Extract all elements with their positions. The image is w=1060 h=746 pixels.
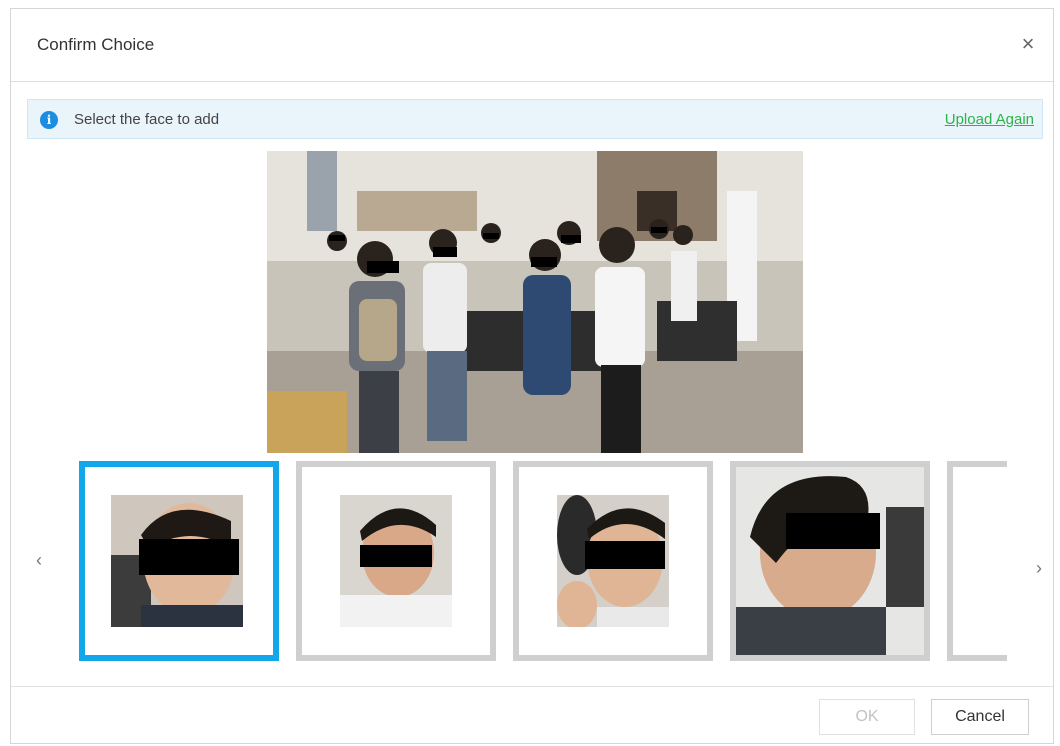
chevron-right-icon[interactable]: › bbox=[1029, 553, 1049, 583]
face-thumbnail[interactable] bbox=[79, 461, 279, 661]
uploaded-photo bbox=[267, 151, 803, 453]
face-image bbox=[340, 495, 452, 627]
face-thumbnail[interactable] bbox=[730, 461, 930, 661]
photo-scene bbox=[267, 151, 803, 453]
close-icon[interactable]: × bbox=[1017, 33, 1039, 55]
info-icon: i bbox=[40, 111, 58, 129]
face-image bbox=[736, 467, 924, 655]
footer-divider bbox=[11, 686, 1053, 687]
face-thumbnail[interactable] bbox=[947, 461, 1007, 661]
face-thumbnail-strip bbox=[77, 461, 1007, 667]
face-image bbox=[557, 495, 669, 627]
face-thumbnail[interactable] bbox=[513, 461, 713, 661]
cancel-button[interactable]: Cancel bbox=[931, 699, 1029, 735]
upload-again-link[interactable]: Upload Again bbox=[945, 111, 1034, 128]
face-image bbox=[111, 495, 243, 627]
ok-button[interactable]: OK bbox=[819, 699, 915, 735]
info-message: Select the face to add bbox=[74, 111, 220, 128]
confirm-choice-dialog: Confirm Choice × i Select the face to ad… bbox=[10, 8, 1054, 744]
dialog-header: Confirm Choice × bbox=[11, 9, 1053, 82]
face-thumbnail[interactable] bbox=[296, 461, 496, 661]
info-bar: i Select the face to add Upload Again bbox=[27, 99, 1043, 139]
dialog-title: Confirm Choice bbox=[37, 35, 155, 54]
chevron-left-icon[interactable]: ‹ bbox=[29, 545, 49, 575]
